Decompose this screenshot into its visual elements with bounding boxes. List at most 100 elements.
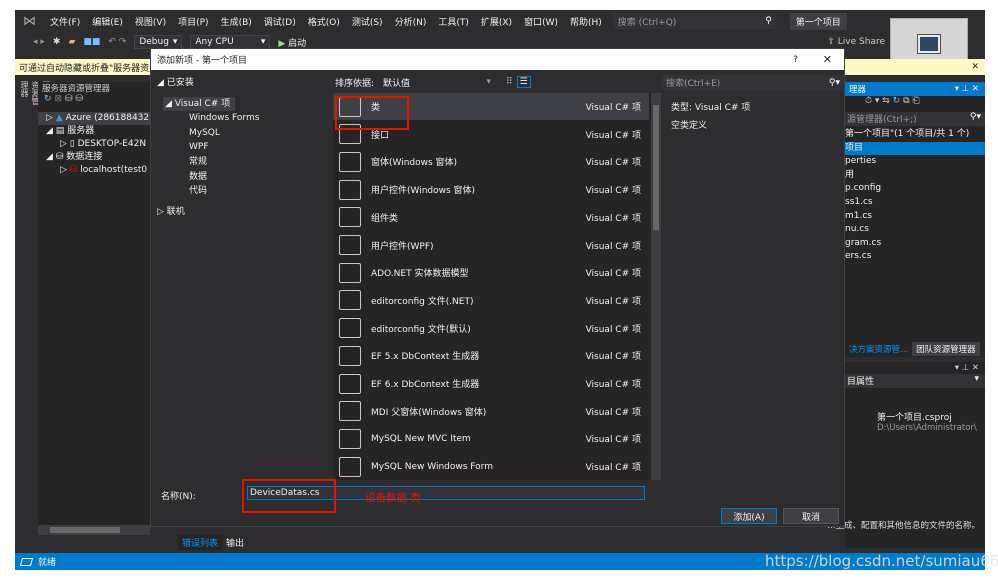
solution-item[interactable]: 用 [845,169,985,183]
solution-search[interactable]: 源管理器(Ctrl+;) ⚲▾ [845,112,985,126]
list-view-icon[interactable]: ☰ [516,76,531,88]
template-item[interactable]: ADO.NET 实体数据模型 Visual C# 项 [333,259,649,286]
close-icon[interactable]: ✕ [971,62,979,72]
tree-code[interactable]: 代码 [157,184,333,199]
close-button[interactable]: ✕ [823,53,832,66]
sort-dropdown[interactable]: 默认值 ▾ [378,75,497,89]
cancel-button[interactable]: 取消 [783,508,839,524]
tree-node-desktop[interactable]: ▷ ▯ DESKTOP-E42N [38,138,150,151]
help-button[interactable]: ? [793,55,798,65]
vertical-scrollbar[interactable] [651,93,661,480]
template-icon [339,262,361,283]
tree-mysql[interactable]: MySQL [157,126,333,141]
grid-view-icon[interactable]: ⠿ [506,77,513,87]
pin-close-icon[interactable]: ▾ ⊥ ✕ [955,84,979,94]
menu-file[interactable]: 文件(F) [44,15,86,28]
tree-installed[interactable]: ◢ 已安装 [157,76,333,91]
info-text: 可通过自动隐藏或折叠"服务器资源管理器"... [19,63,151,74]
status-text: 就绪 [38,558,57,568]
template-item[interactable]: 窗体(Windows 窗体) Visual C# 项 [333,148,649,175]
template-item[interactable]: EF 5.x DbContext 生成器 Visual C# 项 [333,342,649,369]
tab-team-explorer[interactable]: 团队资源管理器 [912,342,980,356]
tree-node-data-connections[interactable]: ◢ ⛁ 数据连接 [38,151,150,164]
stop-icon[interactable]: ⊠ [54,94,62,104]
template-search[interactable]: 搜索(Ctrl+E) ⚲▾ [662,75,844,90]
template-icon [339,151,361,172]
database-error-icon: ⛁ [69,165,78,175]
save-icon[interactable]: ■■ [83,37,100,47]
template-item[interactable]: 用户控件(WPF) Visual C# 项 [333,232,649,259]
start-button[interactable]: ▶ 启动 [278,36,306,49]
template-name: 窗体(Windows 窗体) [371,158,458,169]
solution-item[interactable]: m1.cs [845,210,985,224]
solution-item[interactable]: nu.cs [845,223,985,237]
menu-build[interactable]: 生成(B) [215,15,258,28]
tree-general[interactable]: 常规 [157,155,333,170]
back-forward-icon[interactable]: ◂ ▸ [33,37,45,47]
connect-db-icon[interactable]: ⛁ ⛁ [65,94,83,104]
add-new-item-dialog: 添加新项 - 第一个项目 ? ✕ ◢ 已安装 ◢ Visual C# 项 Win… [150,48,845,527]
menu-test[interactable]: 测试(S) [346,15,389,28]
quick-search[interactable]: 搜索 (Ctrl+Q) ⚲ [613,13,776,29]
platform-dropdown[interactable]: Any CPU ▾ [190,35,271,49]
menu-tools[interactable]: 工具(T) [432,15,475,28]
status-icon [19,557,34,566]
undo-redo-icon[interactable]: ↶ ↷ [108,37,126,47]
template-item[interactable]: MySQL New MVC Item Visual C# 项 [333,425,649,452]
tab-output[interactable]: 输出 [222,535,248,550]
template-name: MDI 父窗体(Windows 窗体) [371,407,487,418]
node-label: localhost(test0 [80,165,148,175]
node-label: Azure (286188432 [65,113,150,123]
menu-debug[interactable]: 调试(D) [258,15,302,28]
solution-item[interactable]: ss1.cs [845,196,985,210]
template-item[interactable]: 用户控件(Windows 窗体) Visual C# 项 [333,176,649,203]
tree-data[interactable]: 数据 [157,170,333,185]
tree-visual-csharp[interactable]: ◢ Visual C# 项 [163,96,235,112]
property-value[interactable]: 第一个项目.csproj [877,410,985,423]
menu-project[interactable]: 项目(P) [172,15,214,28]
live-share-button[interactable]: ⇪ Live Share [827,37,885,47]
template-item[interactable]: MySQL New Windows Form Visual C# 项 [333,453,649,480]
tree-wpf[interactable]: WPF [157,140,333,155]
menu-analyze[interactable]: 分析(N) [389,15,433,28]
tree-online[interactable]: ▷ 联机 [157,205,333,220]
menu-edit[interactable]: 编辑(E) [86,15,129,28]
template-type: Visual C# 项 [585,463,641,474]
solution-explorer-title: 理器 ▾ ⊥ ✕ [845,82,985,96]
template-type: Visual C# 项 [585,296,641,307]
solution-item-selected[interactable]: 项目 [845,141,985,156]
menu-extensions[interactable]: 扩展(X) [475,15,518,28]
template-item[interactable]: 组件类 Visual C# 项 [333,204,649,231]
azure-icon: ▲ [55,113,63,123]
tree-node-servers[interactable]: ◢ ▤ 服务器 [38,125,150,138]
solution-item[interactable]: perties [845,155,985,169]
tree-node-azure[interactable]: ▷ ▲ Azure (286188432 [38,112,150,125]
tree-node-localhost[interactable]: ▷ ⛁ localhost(test0 [38,164,150,177]
refresh-icon[interactable]: ↻ [44,94,52,104]
menu-window[interactable]: 窗口(W) [518,15,564,28]
solution-explorer: 理器 ▾ ⊥ ✕ ⏱ ▾ ⇆ ↻ ⧉ ⎗ 源管理器(Ctrl+;) ⚲▾ 第一个项目… [845,82,985,357]
horizontal-scrollbar[interactable] [38,525,150,535]
solution-item[interactable]: ers.cs [845,250,985,264]
tab-error-list[interactable]: 错误列表 [178,535,223,550]
solution-item[interactable]: 第一个项目"(1 个项目/共 1 个) [845,128,985,142]
template-item[interactable]: editorconfig 文件(.NET) Visual C# 项 [333,287,649,314]
template-item[interactable]: MDI 父窗体(Windows 窗体) Visual C# 项 [333,398,649,425]
solution-item[interactable]: p.config [845,182,985,196]
tree-windows-forms[interactable]: Windows Forms [157,111,333,126]
open-icon[interactable]: ▰ [68,37,75,47]
menu-view[interactable]: 视图(V) [129,15,172,28]
new-project-icon[interactable]: ✱ [53,37,61,47]
config-dropdown[interactable]: Debug ▾ [134,35,183,49]
dialog-title: 添加新项 - 第一个项目 [157,56,247,66]
tab-solution-explorer[interactable]: 决方案资源管... [845,342,912,356]
menu-help[interactable]: 帮助(H) [564,15,608,28]
menu-format[interactable]: 格式(O) [302,15,346,28]
selection-highlight-box [335,96,409,130]
bottom-tabs: 错误列表 输出 [178,535,248,550]
template-item[interactable]: EF 6.x DbContext 生成器 Visual C# 项 [333,370,649,397]
solution-item[interactable]: gram.cs [845,237,985,251]
template-item[interactable]: editorconfig 文件(默认) Visual C# 项 [333,315,649,342]
template-icon [339,179,361,200]
add-button[interactable]: 添加(A) [721,508,777,524]
